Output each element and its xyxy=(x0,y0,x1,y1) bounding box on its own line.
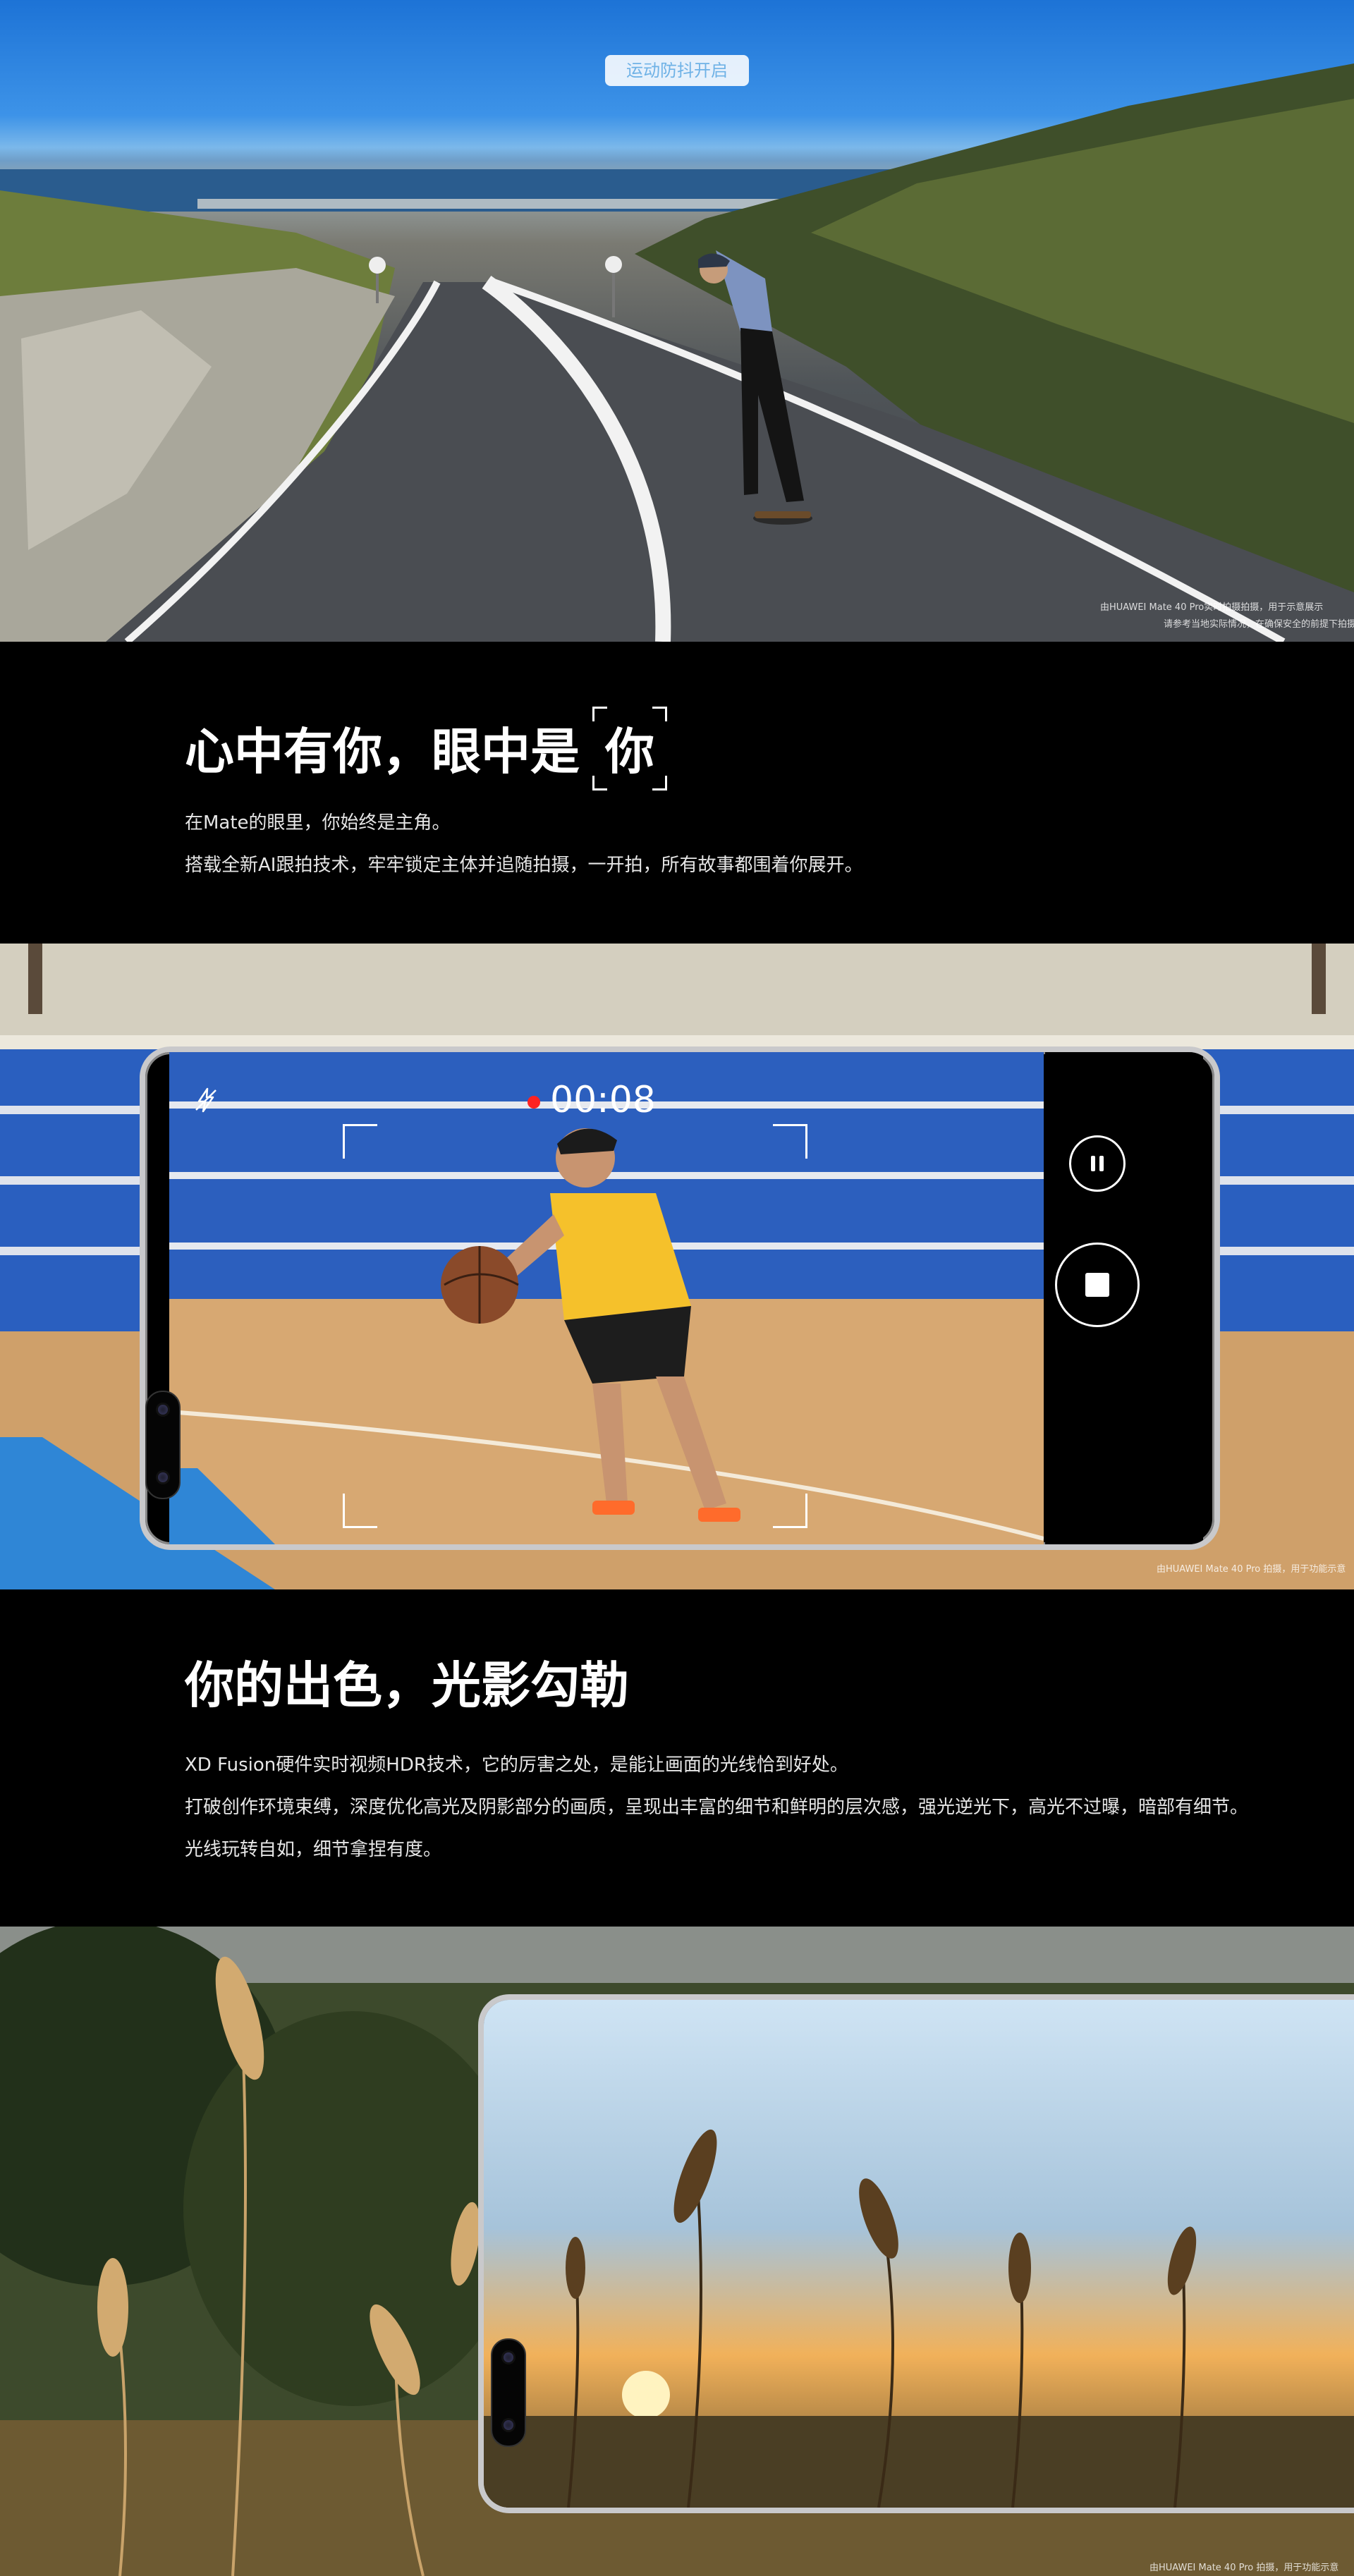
flash-off-icon[interactable] xyxy=(192,1086,220,1114)
stabilization-on-badge: 运动防抖开启 xyxy=(605,55,749,86)
hdr-sunset-scene xyxy=(484,2000,1354,2508)
section-heading-ai-tracking: 心中有你，眼中是你 xyxy=(185,707,667,790)
focus-box-corner-bl xyxy=(343,1494,377,1528)
focus-bracket-word: 你 xyxy=(592,707,667,790)
phone-hdr-frame xyxy=(478,1994,1354,2513)
focus-box-corner-tl xyxy=(343,1124,377,1159)
focus-box-corner-br xyxy=(773,1494,807,1528)
pause-button[interactable] xyxy=(1069,1135,1126,1192)
hdr-line-3: 光线玩转自如，细节拿捏有度。 xyxy=(185,1839,442,1860)
footnote-caption-2: 请参考当地实际情况，在确保安全的前提下拍摄 xyxy=(1164,619,1354,630)
ai-tracking-text-section: 心中有你，眼中是你 在Mate的眼里，你始终是主角。 搭载全新AI跟拍技术，牢牢… xyxy=(0,642,1354,944)
hdr-text-section: 你的出色，光影勾勒 XD Fusion硬件实时视频HDR技术，它的厉害之处，是能… xyxy=(0,1589,1354,1927)
front-camera-lens xyxy=(504,2352,513,2362)
stop-recording-button[interactable] xyxy=(1055,1243,1140,1327)
footnote-caption: 由HUAWEI Mate 40 Pro 拍摄，用于功能示意 xyxy=(1157,1564,1346,1575)
basketball-recording-section: 00:08 由HUAWEI Mate 40 Pro 拍摄，用于功能示意 xyxy=(0,944,1354,1589)
heading-text: 心中有你，眼中是 xyxy=(185,723,580,781)
footnote-caption: 由HUAWEI Mate 40 Pro 拍摄，用于功能示意 xyxy=(1149,2563,1339,2573)
front-camera-cutout xyxy=(145,1391,181,1499)
focus-box-corner-tr xyxy=(773,1124,807,1159)
front-camera-cutout xyxy=(491,2338,526,2447)
pause-icon xyxy=(1091,1156,1104,1171)
camera-controls-panel xyxy=(1045,1052,1203,1544)
front-camera-lens-2 xyxy=(158,1472,168,1482)
hdr-line-2: 打破创作环境束缚，深度优化高光及阴影部分的画质，呈现出丰富的细节和鲜明的层次感，… xyxy=(185,1797,1249,1818)
skateboard-road-scene xyxy=(0,63,1354,642)
front-camera-lens-2 xyxy=(504,2420,513,2430)
phone-recording-frame: 00:08 xyxy=(140,1046,1220,1550)
hdr-line-1: XD Fusion硬件实时视频HDR技术，它的厉害之处，是能让画面的光线恰到好处… xyxy=(185,1754,848,1776)
basketball-player-scene xyxy=(169,1052,1044,1544)
sunset-wheat-section: 由HUAWEI Mate 40 Pro 拍摄，用于功能示意 xyxy=(0,1927,1354,2576)
stop-icon xyxy=(1085,1273,1109,1297)
front-camera-lens xyxy=(158,1405,168,1415)
intro-line-2: 搭载全新AI跟拍技术，牢牢锁定主体并追随拍摄，一开拍，所有故事都围着你展开。 xyxy=(185,855,863,876)
intro-line-1: 在Mate的眼里，你始终是主角。 xyxy=(185,812,451,834)
footnote-caption: 由HUAWEI Mate 40 Pro实时拍摄拍摄，用于示意展示 xyxy=(1100,602,1324,613)
hero-skateboard-section: 运动防抖开启 由HUAWEI Mate 40 Pro实时拍摄拍摄，用于示意展示 … xyxy=(0,0,1354,642)
recording-dot xyxy=(527,1096,540,1109)
section-heading-hdr: 你的出色，光影勾勒 xyxy=(185,1656,629,1714)
bracket-word-text: 你 xyxy=(605,723,654,781)
recording-timer: 00:08 xyxy=(550,1079,656,1121)
